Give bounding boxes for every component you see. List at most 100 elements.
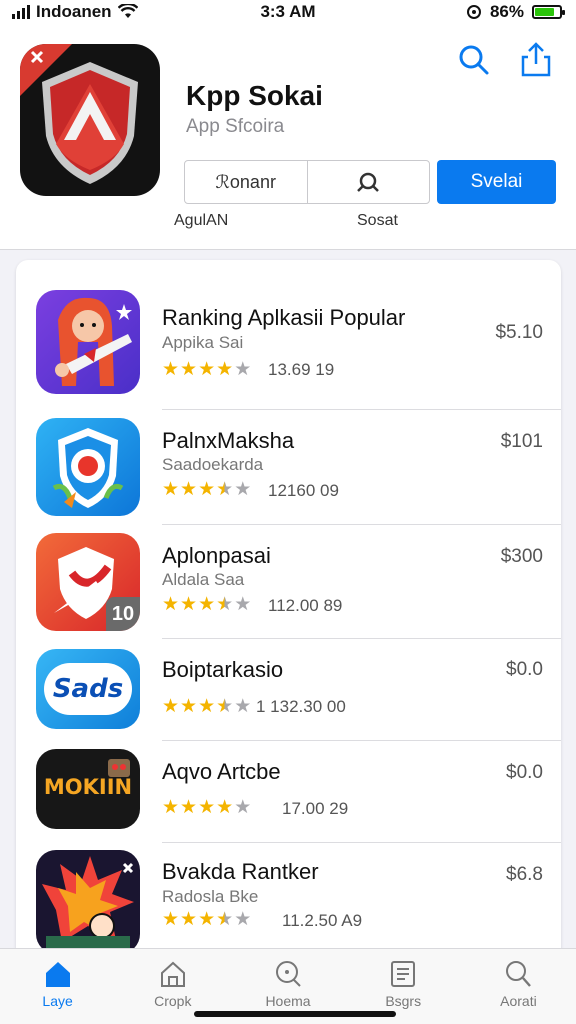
segment-left-label: ℛonanr <box>215 171 276 192</box>
star-icon: ★ <box>180 359 198 380</box>
star-rating: ★ ★ ★ ★ ★ <box>162 697 251 716</box>
star-icon: ★ <box>234 797 252 818</box>
star-icon: ★ <box>216 479 234 500</box>
price-label: $6.8 <box>506 864 543 885</box>
icon-wordmark: Sads <box>52 674 124 704</box>
star-icon: ★ <box>162 359 180 380</box>
segment-right-caption: Sosat <box>357 212 398 229</box>
list-item[interactable]: Ranking Aplkasii Popular Appika Sai ★ ★ ★ ★… <box>16 260 561 410</box>
price-label: $300 <box>500 546 543 567</box>
app-publisher: Saadoekarda <box>162 455 264 474</box>
star-icon: ★ <box>216 696 234 717</box>
price-label: $101 <box>500 431 543 452</box>
app-header: Kpp Sokai App Sfcoira ℛonanr Svelai Agul… <box>0 26 576 250</box>
star-icon: ★ <box>216 359 234 380</box>
app-name: Bvakda Rantker <box>162 859 319 884</box>
tab-label: Aorati <box>500 993 537 1009</box>
star-icon: ★ <box>180 909 198 930</box>
star-icon: ★ <box>234 696 252 717</box>
tab-label: Laye <box>42 993 73 1009</box>
star-icon: ★ <box>180 479 198 500</box>
star-icon: ★ <box>216 909 234 930</box>
segment-left-caption: AgulAN <box>174 212 229 229</box>
version-badge: 10 <box>106 597 140 631</box>
robot-head-icon <box>108 759 130 777</box>
star-icon: ★ <box>162 479 180 500</box>
magnifier-icon <box>357 172 380 192</box>
rating-count: 112.00 89 <box>268 596 343 615</box>
search-icon <box>459 45 489 75</box>
app-icon-sads: Sads <box>36 649 140 729</box>
list-item[interactable]: Sads Boiptarkasio ★ ★ ★ ★ ★ 1 132.30 00 $0.0 <box>16 639 561 741</box>
list-doc-icon <box>391 961 416 987</box>
tab-label: Hoema <box>265 993 311 1009</box>
star-icon: ★ <box>216 797 234 818</box>
segment-left[interactable]: ℛonanr <box>185 161 307 203</box>
star-rating: ★ ★ ★ ★ ★ <box>162 360 251 379</box>
primary-action-button[interactable]: Svelai <box>437 160 556 204</box>
price-label: $0.0 <box>506 762 543 783</box>
star-icon: ★ <box>234 359 252 380</box>
price-label: $5.10 <box>495 322 543 343</box>
star-icon: ★ <box>180 696 198 717</box>
app-icon-shield-swoosh: 10 <box>36 533 140 631</box>
status-bar: Indoanen 3:3 AM 86% <box>0 0 576 26</box>
battery-icon <box>532 5 565 19</box>
app-name: Boiptarkasio <box>162 657 284 682</box>
star-icon: ★ <box>198 594 216 615</box>
star-icon: ★ <box>198 696 216 717</box>
star-icon: ★ <box>180 594 198 615</box>
tab-laye[interactable]: Laye <box>0 949 115 1024</box>
list-item[interactable]: PalnxMaksha Saadoekarda ★ ★ ★ ★ ★ 12160 09 $… <box>16 410 561 525</box>
home-icon <box>45 962 70 987</box>
app-shield-icon[interactable] <box>20 44 160 196</box>
segment-right[interactable] <box>306 161 430 203</box>
segmented-control: ℛonanr <box>184 160 430 204</box>
location-icon <box>466 5 481 19</box>
cross-mark-icon <box>30 50 44 64</box>
list-item[interactable]: 10 Aplonpasai Aldala Saa ★ ★ ★ ★ ★ 112.00 89… <box>16 525 561 639</box>
app-icon-shield-target <box>36 418 140 516</box>
star-icon: ★ <box>198 797 216 818</box>
star-icon: ★ <box>162 594 180 615</box>
search-button[interactable] <box>454 40 494 80</box>
magnifier-dot-icon <box>276 961 301 987</box>
star-icon: ★ <box>198 359 216 380</box>
star-icon: ★ <box>180 797 198 818</box>
app-icon-mokiin: MOKIIN <box>36 749 140 829</box>
rating-count: 17.00 29 <box>282 799 349 818</box>
app-publisher: Aldala Saa <box>162 570 245 589</box>
app-title: Kpp Sokai <box>186 80 323 111</box>
star-icon: ★ <box>198 479 216 500</box>
star-icon: ★ <box>234 909 252 930</box>
rating-count: 12160 09 <box>268 481 339 500</box>
app-subtitle: App Sfcoira <box>186 116 285 137</box>
rating-count: 1 132.30 00 <box>256 697 346 716</box>
share-button[interactable] <box>516 40 556 80</box>
app-name: Ranking Aplkasii Popular <box>162 305 406 330</box>
app-list-card: Ranking Aplkasii Popular Appika Sai ★ ★ ★ ★… <box>16 260 561 960</box>
app-publisher: Radosla Bke <box>162 887 259 906</box>
star-rating: ★ ★ ★ ★ ★ <box>162 480 251 499</box>
list-item[interactable]: MOKIIN Aqvo Artcbe ★ ★ ★ ★ ★ 17.00 29 $0.0 <box>16 741 561 843</box>
list-item[interactable]: Bvakda Rantker Radosla Bke ★ ★ ★ ★ ★ 11.2.50… <box>16 843 561 960</box>
battery-percent: 86% <box>489 2 524 21</box>
star-rating: ★ ★ ★ ★ ★ <box>162 595 251 614</box>
app-publisher: Appika Sai <box>162 333 244 352</box>
tab-aorati[interactable]: Aorati <box>461 949 576 1024</box>
search-icon <box>506 961 532 987</box>
app-icon-character <box>36 850 140 954</box>
star-rating: ★ ★ ★ ★ ★ <box>162 910 251 929</box>
star-icon: ★ <box>162 696 180 717</box>
home-indicator <box>194 1011 396 1017</box>
app-name: Aqvo Artcbe <box>162 759 281 784</box>
price-label: $0.0 <box>506 659 543 680</box>
app-icon-girl <box>36 290 140 394</box>
app-name: Aplonpasai <box>162 543 271 568</box>
house-outline-icon <box>160 961 185 987</box>
status-right: 86% <box>466 2 565 22</box>
rating-count: 11.2.50 A9 <box>282 911 363 930</box>
app-name: PalnxMaksha <box>162 428 295 453</box>
rating-count: 13.69 19 <box>268 360 335 379</box>
star-icon: ★ <box>162 909 180 930</box>
